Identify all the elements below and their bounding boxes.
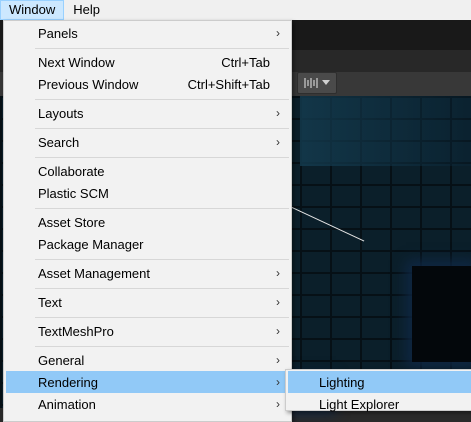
submenu-item-label: Lighting <box>319 374 365 390</box>
menu-item-label: Search <box>38 134 80 150</box>
chevron-right-icon: › <box>276 135 280 149</box>
menu-item-text[interactable]: Text › <box>6 291 289 313</box>
menu-item-label: General <box>38 352 85 368</box>
menu-item-collaborate[interactable]: Collaborate <box>6 160 289 182</box>
triangle-down-icon <box>322 80 330 85</box>
menu-item-asset-store[interactable]: Asset Store <box>6 211 289 233</box>
chevron-right-icon: › <box>276 295 280 309</box>
menu-item-previous-window[interactable]: Previous Window Ctrl+Shift+Tab <box>6 73 289 95</box>
scene-dark-block <box>412 266 471 362</box>
menu-item-plastic-scm[interactable]: Plastic SCM <box>6 182 289 204</box>
menu-item-label: Asset Management <box>38 265 151 281</box>
menu-item-layouts[interactable]: Layouts › <box>6 102 289 124</box>
menu-separator <box>35 48 289 49</box>
menu-item-label: Previous Window <box>38 76 139 92</box>
menu-item-label: Panels <box>38 25 78 41</box>
gizmo-toggle-button[interactable] <box>297 72 337 94</box>
window-menu: Panels › Next Window Ctrl+Tab Previous W… <box>3 20 292 422</box>
chevron-right-icon: › <box>276 375 280 389</box>
menu-item-general[interactable]: General › <box>6 349 289 371</box>
menu-item-label: Plastic SCM <box>38 185 109 201</box>
menu-bar: Window Help <box>0 0 471 20</box>
menu-item-label: Asset Store <box>38 214 106 230</box>
submenu-item-lighting[interactable]: Lighting <box>288 371 471 393</box>
menu-item-animation[interactable]: Animation › <box>6 393 289 415</box>
chevron-right-icon: › <box>276 106 280 120</box>
menu-item-label: Text <box>38 294 62 310</box>
menu-item-textmeshpro[interactable]: TextMeshPro › <box>6 320 289 342</box>
menu-item-shortcut: Ctrl+Shift+Tab <box>187 76 270 92</box>
chevron-right-icon: › <box>276 324 280 338</box>
menu-item-rendering[interactable]: Rendering › <box>6 371 289 393</box>
scene-light-glow <box>300 96 471 166</box>
menu-separator <box>35 259 289 260</box>
rendering-submenu: Lighting Light Explorer <box>285 369 471 412</box>
chevron-right-icon: › <box>276 266 280 280</box>
chevron-right-icon: › <box>276 26 280 40</box>
menu-item-label: Collaborate <box>38 163 105 179</box>
menu-item-search[interactable]: Search › <box>6 131 289 153</box>
menu-item-label: TextMeshPro <box>38 323 114 339</box>
menu-item-package-manager[interactable]: Package Manager <box>6 233 289 255</box>
gizmo-toggle-icon <box>304 78 318 88</box>
menu-separator <box>35 346 289 347</box>
menu-item-label: Animation <box>38 396 96 412</box>
menu-item-shortcut: Ctrl+Tab <box>221 54 270 70</box>
menu-item-asset-management[interactable]: Asset Management › <box>6 262 289 284</box>
menu-separator <box>35 317 289 318</box>
submenu-item-label: Light Explorer <box>319 396 400 412</box>
menubar-window[interactable]: Window <box>0 0 65 20</box>
menu-item-label: Rendering <box>38 374 98 390</box>
menubar-help[interactable]: Help <box>64 0 109 20</box>
menu-item-label: Next Window <box>38 54 115 70</box>
menu-separator <box>35 288 289 289</box>
submenu-item-light-explorer[interactable]: Light Explorer <box>288 393 471 415</box>
chevron-right-icon: › <box>276 353 280 367</box>
menu-item-label: Package Manager <box>38 236 144 252</box>
menu-separator <box>35 99 289 100</box>
menu-separator <box>35 157 289 158</box>
menu-separator <box>35 208 289 209</box>
menu-separator <box>35 128 289 129</box>
menu-item-panels[interactable]: Panels › <box>6 22 289 44</box>
chevron-right-icon: › <box>276 397 280 411</box>
menu-item-next-window[interactable]: Next Window Ctrl+Tab <box>6 51 289 73</box>
menu-item-label: Layouts <box>38 105 84 121</box>
